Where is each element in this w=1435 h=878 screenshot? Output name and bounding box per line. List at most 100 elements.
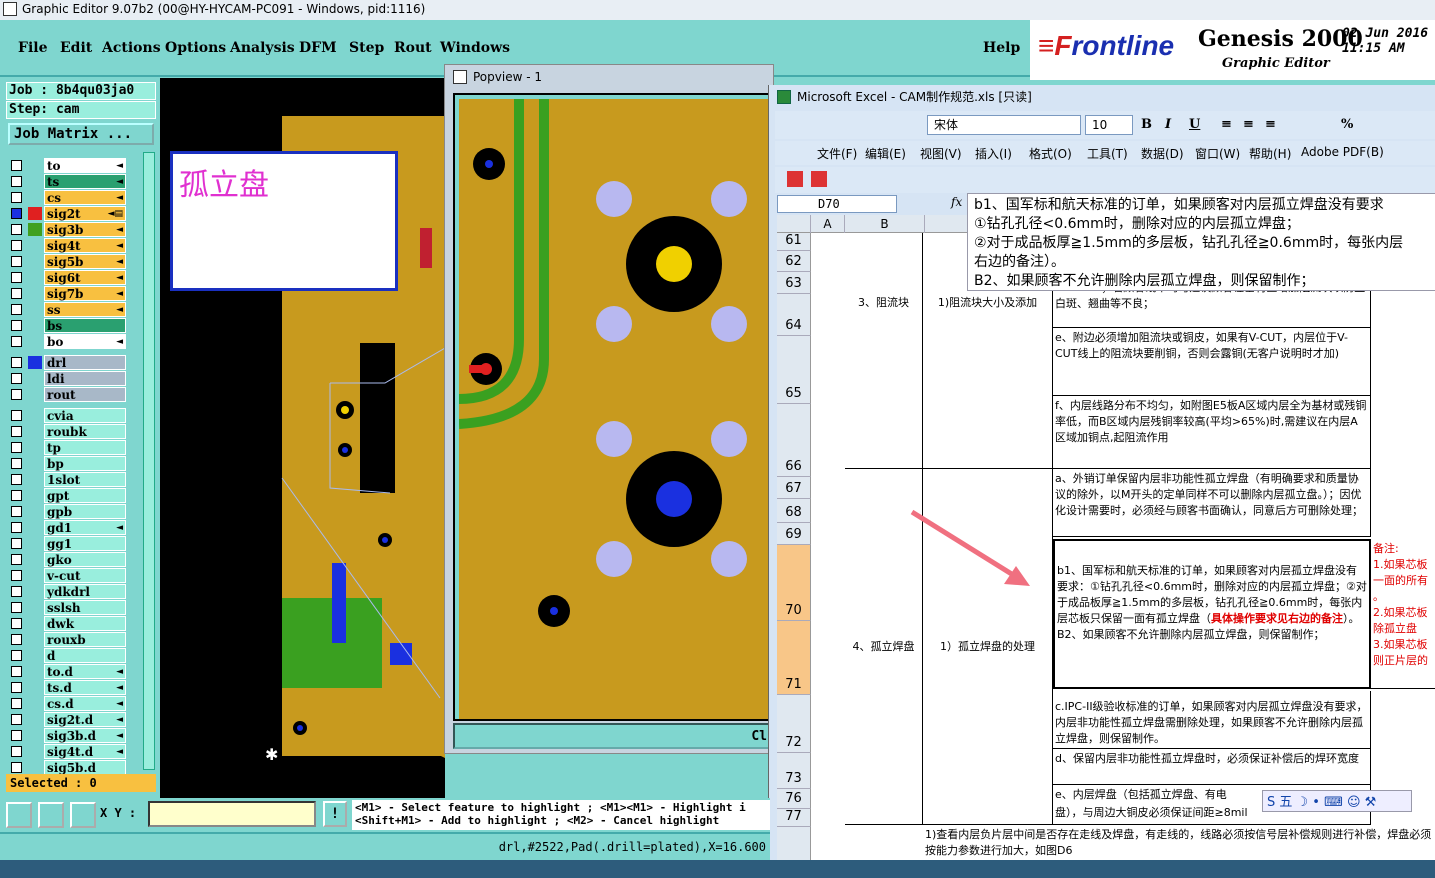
xl-menu-edit[interactable]: 编辑(E) [865,145,906,162]
layer-name[interactable]: sig3b.d ◄ [44,728,126,743]
zoom-tool-icon[interactable] [6,802,32,828]
layer-checkbox[interactable] [11,176,22,187]
layer-row-rout[interactable]: rout [8,387,128,403]
popview-canvas[interactable] [459,99,771,719]
layer-name[interactable]: sslsh [44,600,126,615]
xl-menu-file[interactable]: 文件(F) [817,145,857,162]
layer-name[interactable]: bp [44,456,126,471]
row-header-62[interactable]: 62 [777,251,811,272]
layer-name[interactable]: gd1 ◄ [44,520,126,535]
row-header-71[interactable]: 71 [777,621,811,695]
layer-checkbox[interactable] [11,357,22,368]
row-header-70[interactable]: 70 [777,545,811,621]
layer-checkbox[interactable] [11,373,22,384]
layer-checkbox[interactable] [11,458,22,469]
row-header-76[interactable]: 76 [777,789,811,809]
xl-menu-adobe[interactable]: Adobe PDF(B) [1301,145,1384,159]
cell-d73[interactable]: d、保留内层非功能性孤立焊盘时，必须保证补偿后的焊环宽度 [1053,749,1371,785]
job-matrix-button[interactable]: Job Matrix ... [8,123,154,145]
layer-row-rouxb[interactable]: rouxb [8,632,128,648]
layer-row-dwk[interactable]: dwk [8,616,128,632]
row-header-64[interactable]: 64 [777,294,811,336]
menu-options[interactable]: Options [165,40,226,56]
layer-name[interactable]: ts.d ◄ [44,680,126,695]
layer-row-drl[interactable]: drl [8,355,128,371]
layer-checkbox[interactable] [11,650,22,661]
layer-scrollbar[interactable] [143,152,155,770]
layer-row-gko[interactable]: gko [8,552,128,568]
layer-name[interactable]: sig2t.d ◄ [44,712,126,727]
layer-row-v-cut[interactable]: v-cut [8,568,128,584]
layer-row-ss[interactable]: ss ◄ [8,302,128,318]
cell-d65[interactable]: e、附边必须增加阻流块或铜皮，如果有V-CUT，内层位于V-CUT线上的阻流块要… [1053,328,1371,396]
layer-checkbox[interactable] [11,554,22,565]
layer-row-sig5b[interactable]: sig5b ◄ [8,254,128,270]
layer-checkbox[interactable] [11,538,22,549]
layer-checkbox[interactable] [11,762,22,773]
layer-row-d[interactable]: d [8,648,128,664]
layer-checkbox[interactable] [11,426,22,437]
layer-name[interactable]: gg1 [44,536,126,551]
layer-checkbox[interactable] [11,506,22,517]
layer-row-tp[interactable]: tp [8,440,128,456]
bold-button[interactable]: B [1141,117,1152,132]
layer-row-sig3b.d[interactable]: sig3b.d ◄ [8,728,128,744]
row-header-65[interactable]: 65 [777,336,811,404]
row-header-68[interactable]: 68 [777,499,811,523]
layer-name[interactable]: bs [44,318,126,333]
layer-name[interactable]: gko [44,552,126,567]
layer-checkbox[interactable] [11,304,22,315]
layer-row-cvia[interactable]: cvia [8,408,128,424]
layer-checkbox[interactable] [11,602,22,613]
layer-name[interactable]: dwk [44,616,126,631]
layer-name[interactable]: cvia [44,408,126,423]
layer-row-sig2t[interactable]: sig2t ◄▤ [8,206,128,222]
layer-row-gd1[interactable]: gd1 ◄ [8,520,128,536]
row-header-66[interactable]: 66 [777,404,811,477]
layer-checkbox[interactable] [11,240,22,251]
layer-row-bs[interactable]: bs [8,318,128,334]
layer-row-cs.d[interactable]: cs.d ◄ [8,696,128,712]
xl-menu-help[interactable]: 帮助(H) [1249,145,1291,162]
xy-input[interactable] [148,801,316,827]
layer-name[interactable]: cs.d ◄ [44,696,126,711]
layer-row-sig3b[interactable]: sig3b ◄ [8,222,128,238]
layer-checkbox[interactable] [11,666,22,677]
layer-name[interactable]: gpt [44,488,126,503]
layer-row-gpb[interactable]: gpb [8,504,128,520]
layer-row-ldi[interactable]: ldi [8,371,128,387]
layer-checkbox[interactable] [11,192,22,203]
layer-row-to[interactable]: to ◄ [8,158,128,174]
layer-row-gg1[interactable]: gg1 [8,536,128,552]
layer-name[interactable]: d [44,648,126,663]
layer-checkbox[interactable] [11,618,22,629]
layer-checkbox[interactable] [11,698,22,709]
layer-name[interactable]: to.d ◄ [44,664,126,679]
layer-checkbox[interactable] [11,522,22,533]
row-header-73[interactable]: 73 [777,753,811,789]
layer-name[interactable]: rouxb [44,632,126,647]
layer-checkbox[interactable] [11,730,22,741]
layer-name[interactable]: sig5b.d [44,760,126,775]
layer-name[interactable]: sig4t.d ◄ [44,744,126,759]
layer-checkbox[interactable] [11,586,22,597]
row-header-69[interactable]: 69 [777,523,811,545]
layer-checkbox[interactable] [11,389,22,400]
layer-checkbox[interactable] [11,256,22,267]
cell-d66[interactable]: f、内层线路分布不均匀，如附图E5板A区域内层全为基材或残铜率低，而B区域内层残… [1053,396,1371,469]
layer-row-roubk[interactable]: roubk [8,424,128,440]
measure-tool-icon[interactable] [38,802,64,828]
menu-edit[interactable]: Edit [60,40,92,56]
layer-checkbox[interactable] [11,442,22,453]
menu-file[interactable]: File [18,40,47,56]
row-header-67[interactable]: 67 [777,477,811,499]
layer-name[interactable]: v-cut [44,568,126,583]
menu-rout[interactable]: Rout [394,40,432,56]
xl-menu-view[interactable]: 视图(V) [920,145,962,162]
layer-row-sslsh[interactable]: sslsh [8,600,128,616]
xl-menu-format[interactable]: 格式(O) [1029,145,1072,162]
cell-d70[interactable]: b1、国军标和航天标准的订单，如果顾客对内层孤立焊盘没有要求：①钻孔孔径<0.6… [1053,539,1371,689]
layer-checkbox[interactable] [11,208,22,219]
menu-actions[interactable]: Actions [102,40,161,56]
font-size-select[interactable]: 10 [1085,115,1133,135]
